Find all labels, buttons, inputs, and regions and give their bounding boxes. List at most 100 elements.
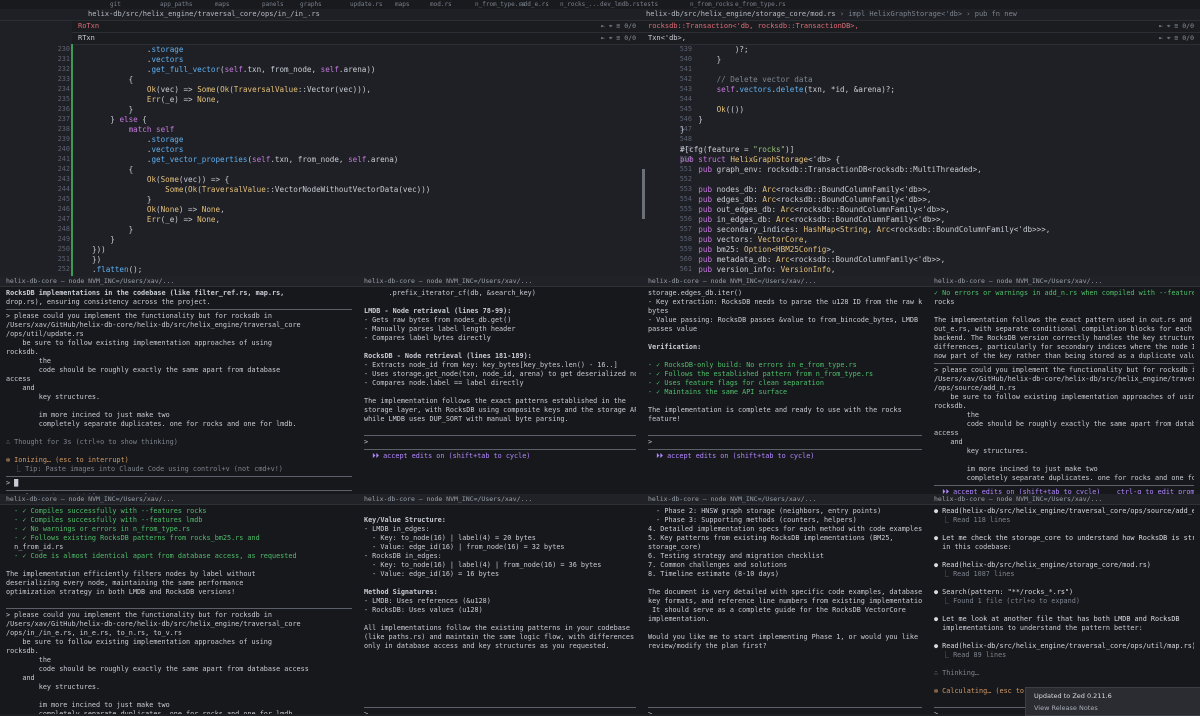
terminal-title[interactable]: helix-db-core — node NVM_INC=/Users/xav/… bbox=[358, 494, 642, 505]
tab-8[interactable]: n_from_type.rs bbox=[475, 1, 526, 8]
output-line: ● Read(helix-db/src/helix_engine/storage… bbox=[934, 561, 1151, 569]
terminal-title[interactable]: helix-db-core — node NVM_INC=/Users/xav/… bbox=[0, 494, 358, 505]
tab-12[interactable]: tests bbox=[640, 1, 658, 8]
divider bbox=[648, 449, 922, 450]
prompt-line[interactable]: > please could you implement the functio… bbox=[6, 312, 352, 321]
tab-11[interactable]: dev_lmdb.rs bbox=[600, 1, 640, 8]
terminal-pane-7[interactable]: helix-db-core — node NVM_INC=/Users/xav/… bbox=[642, 494, 929, 714]
terminal-pane-3[interactable]: helix-db-core — node NVM_INC=/Users/xav/… bbox=[642, 276, 929, 494]
tab-5[interactable]: update.rs bbox=[350, 1, 383, 8]
find-query[interactable]: RTxn bbox=[78, 33, 95, 44]
output-line: Method Signatures: bbox=[364, 588, 438, 596]
output-line: out_e.rs, with separate conditional comp… bbox=[934, 325, 1192, 333]
search-query[interactable]: rocksdb::Transaction<'db, rocksdb::Trans… bbox=[648, 21, 859, 32]
code-line[interactable]: pub version_info: VersionInfo, bbox=[680, 264, 835, 275]
output-line: The implementation efficiently filters n… bbox=[6, 570, 256, 578]
prompt-line[interactable]: > bbox=[648, 710, 922, 714]
prompt-line[interactable]: > bbox=[364, 710, 636, 714]
tab-1[interactable]: app_paths bbox=[160, 1, 193, 8]
terminal-title[interactable]: helix-db-core — node NVM_INC=/Users/xav/… bbox=[928, 276, 1200, 287]
output-line: rocks bbox=[934, 298, 955, 306]
terminal-title[interactable]: helix-db-core — node NVM_INC=/Users/xav/… bbox=[0, 276, 358, 287]
prompt-line[interactable]: > bbox=[648, 438, 922, 447]
scrollbar[interactable] bbox=[642, 169, 645, 219]
divider bbox=[6, 608, 352, 609]
output-line: implementation. bbox=[648, 615, 710, 623]
search-options-icon[interactable]: ⇤ ⌖ ≡ 0/0 bbox=[601, 21, 636, 32]
output-line: The implementation is complete and ready… bbox=[648, 406, 902, 414]
output-line: (like paths.rs) and maintain the same lo… bbox=[364, 633, 635, 641]
tab-9[interactable]: add_e.rs bbox=[520, 1, 549, 8]
terminal-pane-1[interactable]: helix-db-core — node NVM_INC=/Users/xav/… bbox=[0, 276, 359, 494]
tab-3[interactable]: panels bbox=[262, 1, 284, 8]
output-line: - Key extraction: RocksDB needs to parse… bbox=[648, 298, 922, 306]
tab-2[interactable]: maps bbox=[215, 1, 229, 8]
terminal-title[interactable]: helix-db-core — node NVM_INC=/Users/xav/… bbox=[642, 276, 928, 287]
output-line: backend. The RocksDB version correctly h… bbox=[934, 334, 1194, 342]
output-line: ⎿ Found 1 file (ctrl+o to expand) bbox=[934, 597, 1080, 605]
update-toast[interactable]: Updated to Zed 0.211.6 View Release Note… bbox=[1025, 687, 1200, 716]
prompt-line[interactable]: > please could you implement the functio… bbox=[6, 611, 352, 620]
divider bbox=[648, 435, 922, 436]
output-line: and bbox=[934, 438, 963, 446]
terminal-pane-5[interactable]: helix-db-core — node NVM_INC=/Users/xav/… bbox=[0, 494, 359, 714]
terminal-title[interactable]: helix-db-core — node NVM_INC=/Users/xav/… bbox=[358, 276, 642, 287]
tab-13[interactable]: n_from_rocks bbox=[690, 1, 733, 8]
find-query[interactable]: Txn<'db>, bbox=[648, 33, 686, 44]
code-area[interactable]: 230 .storage 231 .vectors 232 .get_full_ve… bbox=[0, 44, 642, 276]
code-line[interactable]: pub graph_env: rocksdb::TransactionDB<ro… bbox=[680, 164, 981, 175]
output-line: n_from_id.rs bbox=[6, 543, 64, 551]
tab-7[interactable]: mod.rs bbox=[430, 1, 452, 8]
prompt-line[interactable]: > █ bbox=[6, 479, 352, 488]
code-line[interactable]: self.vectors.delete(txn, *id, &arena)?; bbox=[680, 84, 895, 95]
output-line: It should serve as a complete guide for … bbox=[648, 606, 906, 614]
output-line: - Extracts node_id from key: key_bytes[k… bbox=[364, 361, 618, 369]
prompt-line[interactable]: > please could you implement the functio… bbox=[934, 366, 1194, 375]
terminal-title[interactable]: helix-db-core — node NVM_INC=/Users/xav/… bbox=[642, 494, 928, 505]
tab-14[interactable]: e_from_type.rs bbox=[735, 1, 786, 8]
breadcrumb-symbol: › impl HelixGraphStorage<'db> › pub fn n… bbox=[839, 10, 1017, 18]
search-options-icon[interactable]: ⇤ ⌖ ≡ 0/0 bbox=[1159, 21, 1194, 32]
code-line[interactable]: .get_vector_properties(self.txn, from_no… bbox=[92, 154, 399, 165]
tab-4[interactable]: graphs bbox=[300, 1, 322, 8]
find-options-icon[interactable]: ⇤ ⌖ ≡ 0/0 bbox=[1159, 33, 1194, 44]
code-line[interactable]: .get_full_vector(self.txn, from_node, se… bbox=[92, 64, 376, 75]
breadcrumb[interactable]: helix-db/src/helix_engine/traversal_core… bbox=[0, 9, 642, 21]
code-line[interactable]: .flatten(); bbox=[92, 264, 142, 275]
terminal-pane-8[interactable]: helix-db-core — node NVM_INC=/Users/xav/… bbox=[928, 494, 1200, 714]
find-options-icon[interactable]: ⇤ ⌖ ≡ 0/0 bbox=[601, 33, 636, 44]
breadcrumb[interactable]: helix-db/src/helix_engine/storage_core/m… bbox=[642, 9, 1200, 21]
terminal-pane-4[interactable]: helix-db-core — node NVM_INC=/Users/xav/… bbox=[928, 276, 1200, 494]
output-line: - Manually parses label length header bbox=[364, 325, 516, 333]
output-line: in this codebase: bbox=[934, 543, 1012, 551]
terminal-pane-6[interactable]: helix-db-core — node NVM_INC=/Users/xav/… bbox=[358, 494, 643, 714]
search-bar[interactable]: rocksdb::Transaction<'db, rocksdb::Trans… bbox=[642, 21, 1200, 33]
output-line: the bbox=[6, 357, 52, 365]
prompt-line[interactable]: > bbox=[364, 438, 636, 447]
tab-0[interactable]: git bbox=[110, 1, 121, 8]
output-line: - ✓ Compiles successfully with --feature… bbox=[6, 516, 203, 524]
tab-10[interactable]: n_rocks_... bbox=[560, 1, 600, 8]
search-query[interactable]: RoTxn bbox=[78, 21, 99, 32]
output-line: - Value: edge_id(16) | from_node(16) = 3… bbox=[364, 543, 565, 551]
output-line: /Users/xav/GitHub/helix-db-core/helix-db… bbox=[934, 375, 1194, 383]
search-bar[interactable]: RoTxn ⇤ ⌖ ≡ 0/0 bbox=[72, 21, 642, 33]
output-line: 4. Detailed implementation specs for eac… bbox=[648, 525, 922, 533]
terminal-title[interactable]: helix-db-core — node NVM_INC=/Users/xav/… bbox=[928, 494, 1200, 505]
output-line: The document is very detailed with speci… bbox=[648, 588, 922, 596]
tab-6[interactable]: maps bbox=[395, 1, 409, 8]
output-line: - Value: edge_id(16) = 16 bytes bbox=[364, 570, 500, 578]
code-area[interactable]: 539 )?; 540 } 541 542 // Delete vector data… bbox=[642, 44, 1200, 276]
output-line: All implementations follow the existing … bbox=[364, 624, 630, 632]
divider bbox=[364, 449, 636, 450]
release-notes-link[interactable]: View Release Notes bbox=[1034, 704, 1098, 712]
terminal-pane-2[interactable]: helix-db-core — node NVM_INC=/Users/xav/… bbox=[358, 276, 643, 494]
